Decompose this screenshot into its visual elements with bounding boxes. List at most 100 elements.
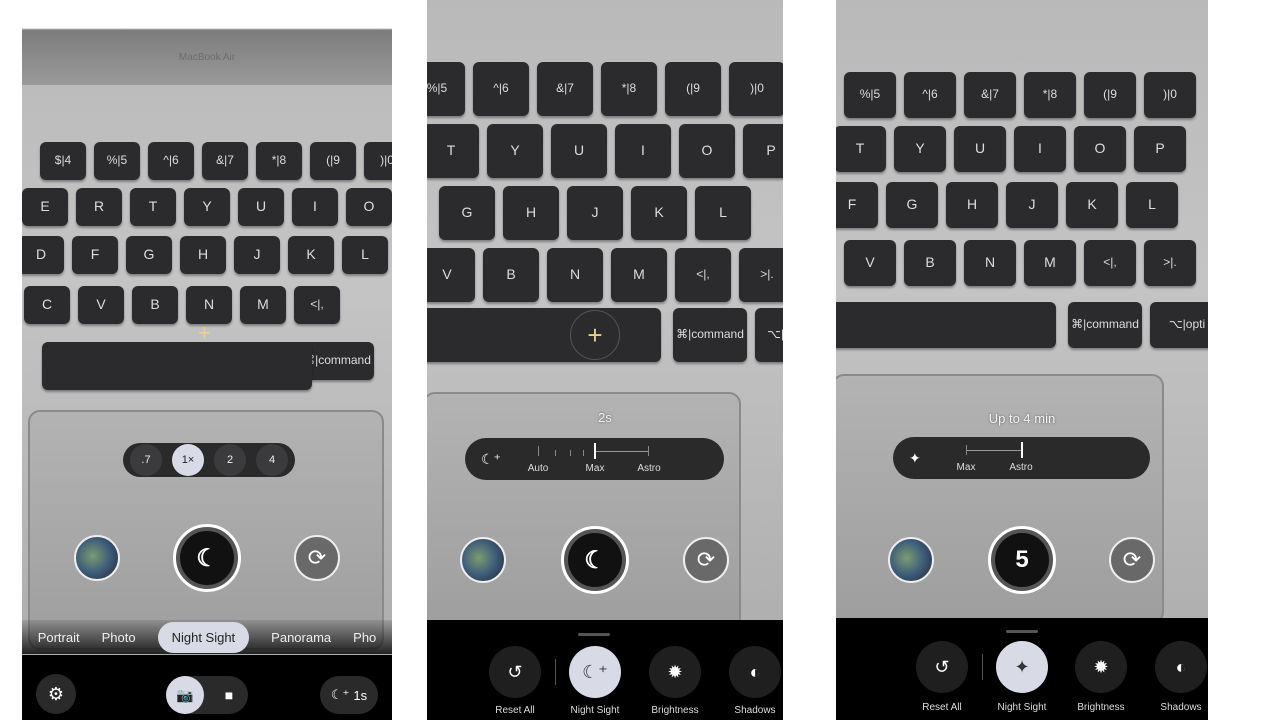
shadows-icon: ◐ — [749, 661, 761, 682]
moon-icon: ☾ — [180, 531, 234, 585]
tool-reset-all-button[interactable]: ↺ — [916, 641, 968, 693]
keyboard-key: )|0 — [1144, 72, 1196, 118]
zoom-2x[interactable]: 2 — [214, 444, 246, 476]
slider-label-auto: Auto — [527, 463, 549, 474]
zoom-4x[interactable]: 4 — [256, 444, 288, 476]
keyboard-key: $|4 — [40, 142, 86, 180]
night-sight-slider[interactable]: ✦ Max Astro — [893, 437, 1150, 479]
tool-night-sight-button[interactable]: ☾⁺ — [569, 646, 621, 698]
keyboard-key: L — [1126, 182, 1178, 228]
keyboard-key: Y — [184, 188, 230, 226]
tool-shadows-button[interactable]: ◐ — [729, 646, 781, 698]
keyboard-key: N — [547, 248, 603, 302]
tool-night-sight-button[interactable]: ✦ — [996, 641, 1048, 693]
keyboard-key: (|9 — [665, 62, 721, 116]
drag-handle[interactable] — [1006, 630, 1038, 633]
keyboard-key: H — [503, 186, 559, 240]
keyboard-key: V — [844, 240, 896, 286]
keyboard-key: I — [1014, 126, 1066, 172]
tool-brightness-button[interactable]: ✹ — [649, 646, 701, 698]
key-row: %|5 ^|6 &|7 *|8 (|9)|0 — [427, 62, 783, 116]
spacebar — [427, 308, 661, 362]
keyboard-key: ⌥|opti — [1150, 302, 1208, 348]
key-row: DFGHJKL — [22, 236, 388, 274]
reset-icon: ↺ — [507, 661, 523, 682]
tool-label: Brightness — [1077, 702, 1125, 713]
flip-camera-icon: ⟳ — [696, 547, 716, 572]
keyboard-key: F — [836, 182, 878, 228]
keyboard-key: <|, — [1084, 240, 1136, 286]
night-sight-timer-button[interactable]: ☾⁺ 1s — [320, 676, 378, 714]
keyboard-key: O — [346, 188, 392, 226]
video-mode-button[interactable]: ■ — [210, 676, 248, 714]
mode-panorama[interactable]: Panorama — [271, 630, 331, 645]
keyboard-key: M — [240, 286, 286, 324]
gallery-thumbnail[interactable] — [888, 537, 934, 583]
keyboard-key: E — [22, 188, 68, 226]
key-row: $|4 %|5 ^|6 &|7 *|8 (|9)|0 — [40, 142, 392, 180]
keyboard-key: G — [126, 236, 172, 274]
keyboard-key: &|7 — [202, 142, 248, 180]
gallery-thumbnail[interactable] — [460, 537, 506, 583]
slider-label-max: Max — [956, 462, 976, 473]
flip-camera-button[interactable]: ⟳ — [1109, 537, 1155, 583]
key-row: GHJKL — [439, 186, 751, 240]
keyboard-key: %|5 — [94, 142, 140, 180]
tool-reset-all-button[interactable]: ↺ — [489, 646, 541, 698]
mode-night-sight[interactable]: Night Sight — [157, 621, 250, 653]
tool-brightness-button[interactable]: ✹ — [1075, 641, 1127, 693]
keyboard-key: M — [611, 248, 667, 302]
tool-divider — [982, 654, 983, 680]
keyboard-key: L — [342, 236, 388, 274]
mode-portrait[interactable]: Portrait — [38, 630, 80, 645]
mode-selector: Portrait Photo Night Sight Panorama Pho — [22, 620, 392, 654]
exposure-time-label: Up to 4 min — [988, 411, 1056, 426]
camera-icon: 📷 — [176, 686, 194, 703]
keyboard-key: I — [615, 124, 671, 178]
shutter-button[interactable]: 5 — [988, 526, 1056, 594]
key-row: TYUIOP — [836, 126, 1186, 172]
mode-photo-sphere[interactable]: Pho — [353, 630, 376, 645]
keyboard-key: ^|6 — [473, 62, 529, 116]
settings-button[interactable]: ⚙ — [36, 674, 76, 714]
shutter-button[interactable]: ☾ — [561, 526, 629, 594]
keyboard-key: ⌥|option — [755, 308, 783, 362]
tool-shadows-button[interactable]: ◐ — [1155, 641, 1207, 693]
keyboard-key: L — [695, 186, 751, 240]
night-sight-slider[interactable]: ☾⁺ Auto Max Astro — [465, 438, 724, 480]
keyboard-key: %|5 — [844, 72, 896, 118]
photo-mode-button[interactable]: 📷 — [166, 676, 204, 714]
keyboard-key: D — [22, 236, 64, 274]
keyboard-key: *|8 — [256, 142, 302, 180]
zoom-1x[interactable]: 1× — [172, 444, 204, 476]
astro-sparkle-icon: ✦ — [1014, 656, 1030, 677]
mode-photo[interactable]: Photo — [102, 630, 136, 645]
keyboard-key: J — [234, 236, 280, 274]
keyboard-key: V — [427, 248, 475, 302]
keyboard-key: *|8 — [601, 62, 657, 116]
keyboard-key: C — [24, 286, 70, 324]
flip-camera-button[interactable]: ⟳ — [294, 535, 340, 581]
key-row: V B N M <|, >|. — [844, 240, 1196, 286]
zoom-selector: .7 1× 2 4 — [123, 443, 295, 477]
zoom-0.7x[interactable]: .7 — [130, 444, 162, 476]
flip-camera-button[interactable]: ⟳ — [683, 537, 729, 583]
keyboard-key: )|0 — [729, 62, 783, 116]
keyboard-key: *|8 — [1024, 72, 1076, 118]
keyboard-key: K — [1066, 182, 1118, 228]
slider-thumb[interactable] — [1021, 442, 1023, 458]
keyboard-key: N — [186, 286, 232, 324]
keyboard-key: >|. — [739, 248, 783, 302]
camera-screen-photo-mode: MacBook Air $|4 %|5 ^|6 &|7 *|8 (|9)|0 E R T Y U I O… — [22, 0, 392, 720]
moon-icon: ☾ — [568, 533, 622, 587]
shutter-button[interactable]: ☾ — [173, 524, 241, 592]
keyboard-key: P — [743, 124, 783, 178]
keyboard-key: &|7 — [964, 72, 1016, 118]
countdown-value: 5 — [995, 533, 1049, 587]
tool-label: Reset All — [922, 702, 962, 713]
spacebar — [42, 342, 312, 390]
drag-handle[interactable] — [578, 633, 610, 636]
gallery-thumbnail[interactable] — [74, 535, 120, 581]
key-row: FGHJKL — [836, 182, 1178, 228]
camera-screen-astro-countdown: %|5 ^|6 &|7 *|8 (|9)|0 T Y U I O P F G H J K L V B N M <|, >|.… — [836, 0, 1208, 720]
